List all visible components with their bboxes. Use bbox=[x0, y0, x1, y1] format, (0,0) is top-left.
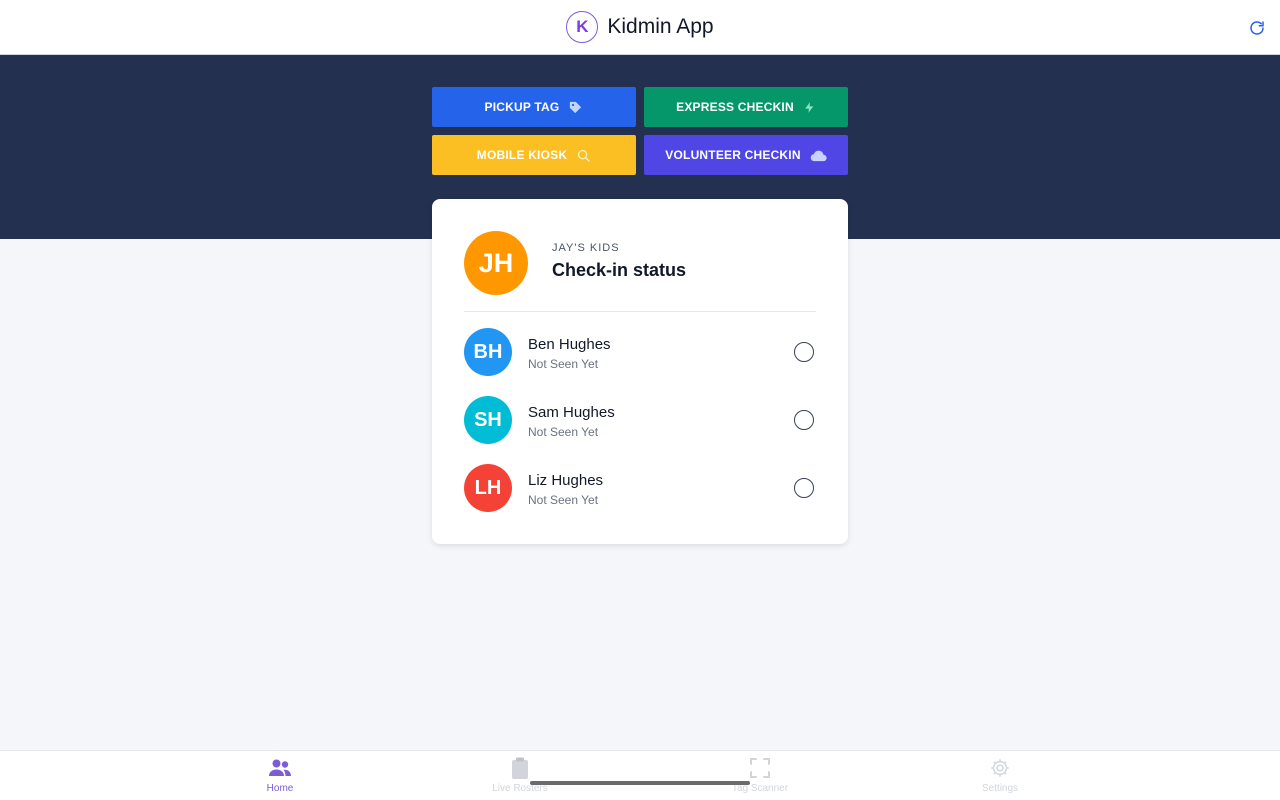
pickup-tag-button[interactable]: PICKUP TAG bbox=[432, 87, 636, 127]
mobile-kiosk-button[interactable]: MOBILE KIOSK bbox=[432, 135, 636, 175]
tab-settings[interactable]: Settings bbox=[880, 751, 1120, 800]
pickup-tag-label: PICKUP TAG bbox=[484, 100, 560, 114]
tag-icon bbox=[568, 100, 583, 115]
child-row-liz[interactable]: LH Liz Hughes Not Seen Yet bbox=[464, 464, 816, 512]
card-title: Check-in status bbox=[552, 260, 687, 280]
app-logo: K bbox=[566, 11, 599, 43]
checkin-radio[interactable] bbox=[794, 478, 814, 498]
group-initials: JH bbox=[478, 247, 514, 278]
child-name: Sam Hughes bbox=[528, 404, 615, 421]
volunteer-checkin-label: VOLUNTEER CHECKIN bbox=[665, 148, 801, 162]
express-checkin-button[interactable]: EXPRESS CHECKIN bbox=[644, 87, 848, 127]
child-status: Not Seen Yet bbox=[528, 425, 599, 439]
clipboard-icon bbox=[511, 757, 529, 779]
logo-letter: K bbox=[576, 17, 589, 36]
gear-icon bbox=[989, 757, 1011, 779]
cloud-icon bbox=[810, 149, 827, 162]
top-app-bar: K Kidmin App bbox=[0, 0, 1280, 55]
search-icon bbox=[576, 148, 591, 163]
child-status: Not Seen Yet bbox=[528, 493, 599, 507]
app-title: Kidmin App bbox=[607, 15, 714, 38]
mobile-kiosk-label: MOBILE KIOSK bbox=[476, 148, 568, 162]
avatar: SH bbox=[464, 396, 512, 444]
group-name: JAY'S KIDS bbox=[552, 242, 620, 254]
avatar: LH bbox=[464, 464, 512, 512]
child-row-ben[interactable]: BH Ben Hughes Not Seen Yet bbox=[464, 328, 816, 376]
checkin-radio[interactable] bbox=[794, 342, 814, 362]
group-avatar: JH bbox=[464, 231, 528, 295]
refresh-icon[interactable] bbox=[1247, 18, 1267, 38]
child-initials: SH bbox=[474, 408, 502, 431]
checkin-status-card: JH JAY'S KIDS Check-in status BH Ben Hug… bbox=[432, 199, 848, 544]
child-initials: LH bbox=[474, 476, 502, 499]
avatar: BH bbox=[464, 328, 512, 376]
tab-label: Settings bbox=[981, 783, 1019, 794]
tab-tag-scanner[interactable]: Tag Scanner bbox=[640, 751, 880, 800]
checkin-radio[interactable] bbox=[794, 410, 814, 430]
home-indicator[interactable] bbox=[530, 781, 750, 785]
bottom-tab-bar: Home Live Rosters Tag Scanner Settings bbox=[0, 750, 1280, 800]
volunteer-checkin-button[interactable]: VOLUNTEER CHECKIN bbox=[644, 135, 848, 175]
child-name: Liz Hughes bbox=[528, 472, 604, 489]
lightning-icon bbox=[803, 100, 816, 115]
people-icon bbox=[268, 757, 292, 779]
express-checkin-label: EXPRESS CHECKIN bbox=[676, 100, 794, 114]
child-status: Not Seen Yet bbox=[528, 357, 599, 371]
divider bbox=[464, 311, 816, 312]
child-initials: BH bbox=[473, 340, 503, 363]
child-row-sam[interactable]: SH Sam Hughes Not Seen Yet bbox=[464, 396, 816, 444]
tab-home[interactable]: Home bbox=[160, 751, 400, 800]
scan-icon bbox=[749, 757, 771, 779]
tab-label: Home bbox=[266, 783, 294, 794]
tab-live-rosters[interactable]: Live Rosters bbox=[400, 751, 640, 800]
child-name: Ben Hughes bbox=[528, 336, 611, 353]
